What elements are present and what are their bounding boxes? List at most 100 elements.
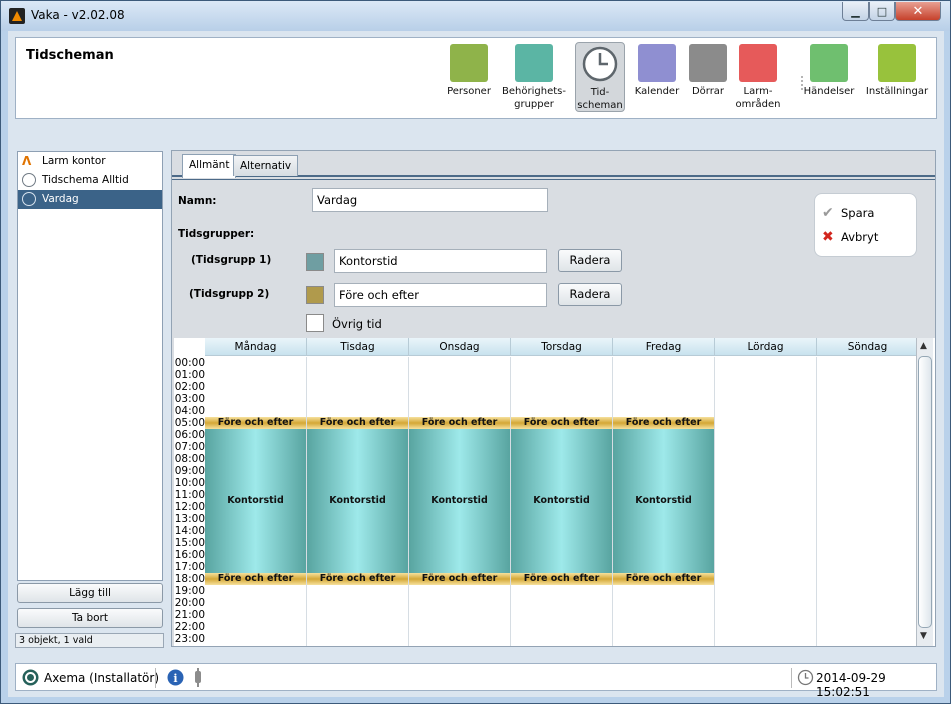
events-icon	[810, 44, 848, 82]
cancel-label: Avbryt	[841, 230, 879, 244]
time-block-before-after[interactable]: Före och efter	[613, 417, 714, 429]
calendar-icon	[638, 44, 676, 82]
scroll-thumb[interactable]	[918, 356, 932, 628]
toolbar-item-label: Inställningar	[865, 86, 929, 97]
hour-label: 17:00	[174, 561, 205, 573]
time-block-before-after[interactable]: Före och efter	[613, 573, 714, 585]
day-header: Tisdag	[307, 338, 409, 356]
weekly-schedule-grid[interactable]: Måndag Före och efter Kontorstid Före och e…	[174, 338, 935, 646]
time-block-before-after[interactable]: Före och efter	[307, 573, 408, 585]
toolbar-item-alarm-areas[interactable]: Larm- områden	[732, 42, 784, 112]
toolbar-item-settings[interactable]: Inställningar	[861, 42, 933, 112]
time-block-before-after[interactable]: Före och efter	[409, 417, 510, 429]
toolbar-item-access-groups[interactable]: Behörighets- grupper	[501, 42, 567, 112]
tab-divider	[172, 179, 935, 180]
vertical-scrollbar[interactable]: ▲ ▼	[916, 338, 933, 646]
settings-icon	[878, 44, 916, 82]
scroll-down-icon[interactable]: ▼	[920, 631, 927, 641]
toolbar-item-calendar[interactable]: Kalender	[632, 42, 682, 112]
list-item[interactable]: Tidschema Alltid	[18, 171, 162, 190]
day-column[interactable]: Före och efter Kontorstid Före och efter	[409, 357, 511, 646]
day-column[interactable]	[817, 357, 919, 646]
add-button[interactable]: Lägg till	[17, 583, 163, 603]
hour-label: 15:00	[174, 537, 205, 549]
tab-general[interactable]: Allmänt	[182, 154, 237, 178]
time-block-office-hours[interactable]: Kontorstid	[511, 429, 612, 573]
time-block-before-after[interactable]: Före och efter	[307, 417, 408, 429]
hour-label: 04:00	[174, 405, 205, 417]
timegroups-label: Tidsgrupper:	[178, 228, 255, 240]
persons-icon	[450, 44, 488, 82]
toolbar-item-persons[interactable]: Personer	[440, 42, 498, 112]
time-block-before-after[interactable]: Före och efter	[511, 417, 612, 429]
timegroup-1-label: (Tidsgrupp 1)	[191, 254, 272, 266]
list-status: 3 objekt, 1 vald	[15, 633, 164, 648]
other-time-color-swatch[interactable]	[306, 314, 324, 332]
time-block-before-after[interactable]: Före och efter	[511, 573, 612, 585]
clock-icon	[22, 173, 36, 187]
time-block-before-after[interactable]: Före och efter	[205, 417, 306, 429]
remove-button[interactable]: Ta bort	[17, 608, 163, 628]
scroll-up-icon[interactable]: ▲	[920, 341, 927, 351]
window-title: Vaka - v2.02.08	[31, 8, 125, 22]
time-block-office-hours[interactable]: Kontorstid	[613, 429, 714, 573]
clock-icon	[581, 45, 619, 83]
timegroup-1-color-swatch[interactable]	[306, 253, 324, 271]
schedule-list[interactable]: ᐱ Larm kontor Tidschema Alltid Vardag	[17, 151, 163, 581]
day-column[interactable]: Före och efter Kontorstid Före och efter	[307, 357, 409, 646]
alarm-areas-icon	[739, 44, 777, 82]
user-role-icon	[22, 669, 39, 686]
access-groups-icon	[515, 44, 553, 82]
name-field[interactable]: Vardag	[312, 188, 548, 212]
day-column[interactable]: Före och efter Kontorstid Före och efter	[511, 357, 613, 646]
connection-icon	[195, 668, 201, 687]
door-icon	[689, 44, 727, 82]
hour-label: 14:00	[174, 525, 205, 537]
hour-label: 00:00	[174, 357, 205, 369]
timegroup-2-field[interactable]: Före och efter	[334, 283, 547, 307]
cancel-button[interactable]: ✖ Avbryt	[822, 229, 879, 245]
day-column[interactable]: Före och efter Kontorstid Före och efter	[205, 357, 307, 646]
toolbar-item-clock[interactable]: Tid- scheman	[575, 42, 625, 112]
toolbar-item-label: Behörighets- grupper	[502, 86, 566, 110]
day-column[interactable]: Före och efter Kontorstid Före och efter	[613, 357, 715, 646]
hour-label: 08:00	[174, 453, 205, 465]
timegroup-1-field[interactable]: Kontorstid	[334, 249, 547, 273]
detail-panel: Allmänt Alternativ Namn: Vardag Tidsgrup…	[171, 150, 936, 647]
time-block-office-hours[interactable]: Kontorstid	[307, 429, 408, 573]
hour-label: 16:00	[174, 549, 205, 561]
delete-timegroup-1-button[interactable]: Radera	[558, 249, 622, 272]
hour-label: 06:00	[174, 429, 205, 441]
tab-alternative[interactable]: Alternativ	[233, 155, 299, 176]
time-block-before-after[interactable]: Före och efter	[205, 573, 306, 585]
list-item[interactable]: Vardag	[18, 190, 162, 209]
timegroup-2-label: (Tidsgrupp 2)	[189, 288, 270, 300]
hour-label: 09:00	[174, 465, 205, 477]
info-icon[interactable]: i	[167, 669, 184, 686]
time-block-before-after[interactable]: Före och efter	[409, 573, 510, 585]
status-separator	[155, 668, 156, 688]
minimize-button[interactable]: ▁	[842, 2, 869, 21]
delete-timegroup-2-button[interactable]: Radera	[558, 283, 622, 306]
day-header: Måndag	[205, 338, 307, 356]
day-column[interactable]	[715, 357, 817, 646]
timegroup-2-color-swatch[interactable]	[306, 286, 324, 304]
hour-label: 22:00	[174, 621, 205, 633]
close-button[interactable]: ✕	[895, 2, 941, 21]
title-bar[interactable]: Vaka - v2.02.08 ▁ □ ✕	[1, 1, 950, 31]
toolbar-item-label: Dörrar	[691, 86, 725, 97]
save-button[interactable]: ✔ Spara	[822, 205, 874, 221]
list-item[interactable]: ᐱ Larm kontor	[18, 152, 162, 171]
hour-label: 19:00	[174, 585, 205, 597]
list-item-label: Tidschema Alltid	[42, 174, 129, 186]
time-block-office-hours[interactable]: Kontorstid	[205, 429, 306, 573]
maximize-button[interactable]: □	[869, 2, 895, 21]
time-block-office-hours[interactable]: Kontorstid	[409, 429, 510, 573]
hour-label: 12:00	[174, 501, 205, 513]
day-header: Lördag	[715, 338, 817, 356]
hour-label: 20:00	[174, 597, 205, 609]
toolbar-item-door[interactable]: Dörrar	[686, 42, 730, 112]
datetime-display: 2014-09-29 15:02:51	[816, 671, 886, 699]
hour-label: 01:00	[174, 369, 205, 381]
toolbar-item-events[interactable]: Händelser	[803, 42, 855, 112]
